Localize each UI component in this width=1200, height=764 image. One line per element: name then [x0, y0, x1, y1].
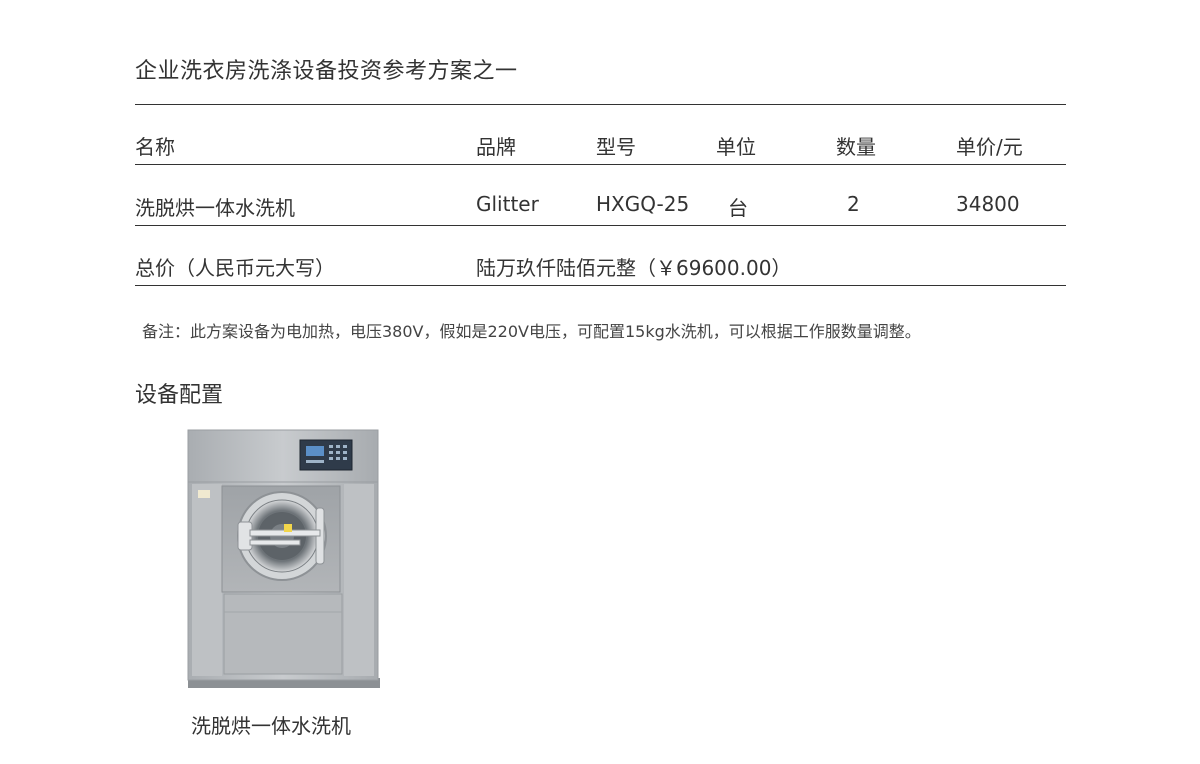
total-label: 总价（人民币元大写） [135, 256, 335, 280]
header-brand: 品牌 [476, 135, 516, 159]
table-header-rule [135, 164, 1066, 165]
header-quantity: 数量 [836, 135, 876, 159]
remark-note: 备注：此方案设备为电加热，电压380V，假如是220V电压，可配置15kg水洗机… [142, 322, 921, 341]
table-bottom-rule [135, 285, 1066, 286]
total-value: 陆万玖仟陆佰元整（￥69600.00） [476, 256, 792, 280]
cell-name: 洗脱烘一体水洗机 [135, 196, 295, 220]
cell-brand: Glitter [476, 192, 539, 216]
cell-unit: 台 [728, 196, 748, 220]
header-unit-price: 单价/元 [956, 135, 1023, 159]
washing-machine-icon [184, 426, 382, 690]
page-title: 企业洗衣房洗涤设备投资参考方案之一 [135, 59, 518, 84]
equipment-caption: 洗脱烘一体水洗机 [191, 714, 351, 738]
header-model: 型号 [596, 135, 636, 159]
equipment-section-title: 设备配置 [135, 383, 224, 408]
cell-quantity: 2 [847, 192, 860, 216]
header-name: 名称 [135, 135, 175, 159]
cell-unit-price: 34800 [956, 192, 1020, 216]
table-top-rule [135, 104, 1066, 105]
cell-model: HXGQ-25 [596, 192, 690, 216]
header-unit: 单位 [716, 135, 756, 159]
table-row-rule [135, 225, 1066, 226]
